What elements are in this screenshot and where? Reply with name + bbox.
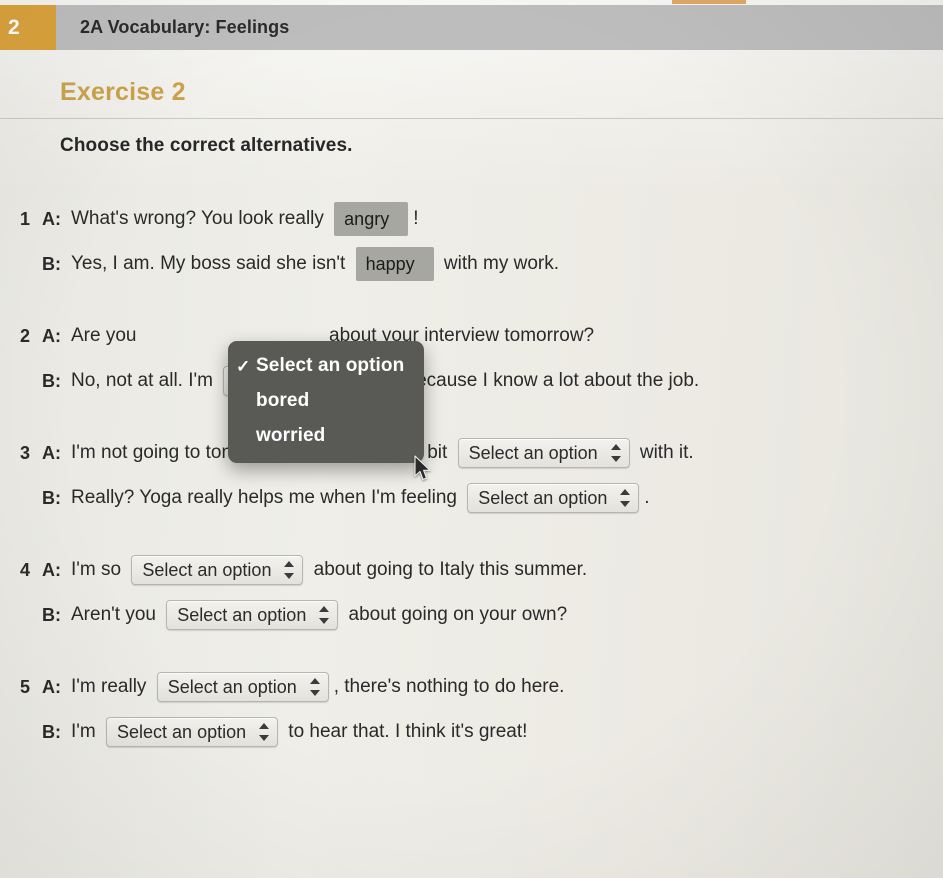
question-line: 2A:Are you Select an option about your i…: [0, 318, 943, 354]
question-number: 4: [19, 559, 30, 580]
sentence-text: What's wrong? You look really: [71, 208, 330, 230]
sentence-text: to hear that. I think it's great!: [283, 721, 528, 743]
question-line: 1B:Yes, I am. My boss said she isn't hap…: [0, 246, 943, 282]
question-item: 4 A: I'm so Select an option about going t…: [0, 552, 943, 633]
question-line: 5B:I'm Select an option to hear that. I …: [0, 714, 943, 750]
unit-number-badge: 2: [0, 5, 56, 50]
question-line: 4B:Aren't you Select an option about goi…: [0, 597, 943, 633]
dropdown-option-label: bored: [256, 390, 310, 411]
lesson-title-bar: 2A Vocabulary: Feelings: [56, 5, 943, 50]
question-line: 4 A: I'm so Select an option about going t…: [0, 552, 943, 588]
speaker-label: B:: [42, 721, 61, 742]
stepper-arrows-icon: [610, 443, 622, 463]
sentence-text: !: [413, 208, 419, 230]
sentence-text: .: [644, 487, 650, 509]
answer-select[interactable]: Select an option: [467, 483, 640, 513]
stepper-arrows-icon: [319, 605, 330, 625]
question-line: 5 A: I'm really Select an option , there's …: [0, 669, 943, 705]
exercise-content: Exercise 2 Choose the correct alternativ…: [0, 50, 943, 786]
question-number: 2: [19, 325, 30, 346]
select-value-label: angry: [344, 208, 390, 229]
dropdown-option-label: worried: [256, 425, 326, 446]
speaker-label: A:: [42, 559, 61, 580]
sentence-text: Yes, I am. My boss said she isn't: [71, 253, 351, 275]
speaker-label: B:: [42, 370, 61, 391]
question-item: 5 A: I'm really Select an option , there's …: [0, 669, 943, 750]
sentence-text: Are you: [71, 325, 142, 347]
top-accent-bar: [672, 0, 746, 4]
sentence-text: Aren't you: [71, 604, 162, 626]
answer-select-filled[interactable]: happy: [355, 247, 434, 281]
answer-select-filled[interactable]: angry: [334, 202, 409, 236]
select-option-dropdown-menu[interactable]: ✓Select an option✓bored✓worried: [228, 341, 424, 463]
stepper-arrows-icon: [259, 722, 270, 742]
answer-select[interactable]: Select an option: [131, 555, 304, 585]
dropdown-option[interactable]: ✓worried: [228, 420, 424, 452]
stepper-arrows-icon: [284, 560, 295, 580]
answer-select[interactable]: Select an option: [106, 717, 279, 747]
dropdown-option[interactable]: ✓ Select an option: [228, 350, 424, 382]
title-divider: [0, 118, 943, 119]
select-value-label: Select an option: [468, 442, 598, 463]
select-value-label: Select an option: [142, 559, 272, 580]
question-line: 2B:No, not at all. I'm Select an option …: [0, 363, 943, 399]
speaker-label: A:: [42, 325, 61, 346]
lesson-title: 2A Vocabulary: Feelings: [80, 17, 290, 37]
question-item: 1 A: What's wrong? You look really angry!1…: [0, 201, 943, 282]
question-number: 1: [19, 208, 30, 229]
sentence-text: with it.: [634, 442, 694, 464]
sentence-text: with my work.: [438, 253, 560, 275]
dropdown-option[interactable]: ✓bored: [228, 385, 424, 417]
stepper-arrows-icon: [620, 488, 631, 508]
select-value-label: Select an option: [167, 676, 297, 697]
select-value-label: Select an option: [177, 604, 307, 625]
sentence-text: I'm really: [71, 676, 152, 698]
sentence-text: Really? Yoga really helps me when I'm fe…: [71, 487, 463, 509]
sentence-text: about going to Italy this summer.: [308, 559, 588, 581]
question-item: 3A:I'm not going to tonight's yoga class…: [0, 435, 943, 516]
sentence-text: , there's nothing to do here.: [333, 676, 565, 698]
question-list: 1 A: What's wrong? You look really angry!1…: [0, 201, 943, 750]
sentence-text: I'm: [71, 721, 102, 743]
sentence-text: about going on your own?: [343, 604, 568, 626]
speaker-label: B:: [42, 487, 61, 508]
answer-select[interactable]: Select an option: [166, 600, 339, 630]
stepper-arrows-icon: [309, 677, 321, 697]
sentence-text: No, not at all. I'm: [71, 370, 219, 392]
question-line: 3A:I'm not going to tonight's yoga class…: [0, 435, 943, 471]
sentence-text: because I know a lot about the job.: [400, 370, 700, 392]
speaker-label: A:: [42, 208, 61, 229]
question-line: 3B:Really? Yoga really helps me when I'm…: [0, 480, 943, 516]
exercise-title: Exercise 2: [60, 78, 186, 106]
speaker-label: A:: [42, 676, 61, 697]
sentence-text: I'm so: [71, 559, 127, 581]
select-value-label: Select an option: [478, 487, 608, 508]
question-item: 2A:Are you Select an option about your i…: [0, 318, 943, 399]
answer-select[interactable]: Select an option: [156, 672, 329, 702]
answer-select[interactable]: Select an option: [457, 438, 630, 468]
dropdown-option-label: Select an option: [256, 355, 405, 376]
question-number: 5: [19, 676, 30, 697]
speaker-label: B:: [42, 604, 61, 625]
page-header: 2 2A Vocabulary: Feelings: [0, 5, 943, 50]
select-value-label: Select an option: [117, 721, 247, 742]
select-value-label: happy: [365, 253, 415, 274]
checkmark-icon: ✓: [236, 356, 251, 376]
exercise-instruction: Choose the correct alternatives.: [60, 135, 353, 156]
question-line: 1 A: What's wrong? You look really angry!: [0, 201, 943, 237]
speaker-label: B:: [42, 253, 61, 274]
question-number: 3: [19, 442, 30, 463]
speaker-label: A:: [42, 442, 61, 463]
